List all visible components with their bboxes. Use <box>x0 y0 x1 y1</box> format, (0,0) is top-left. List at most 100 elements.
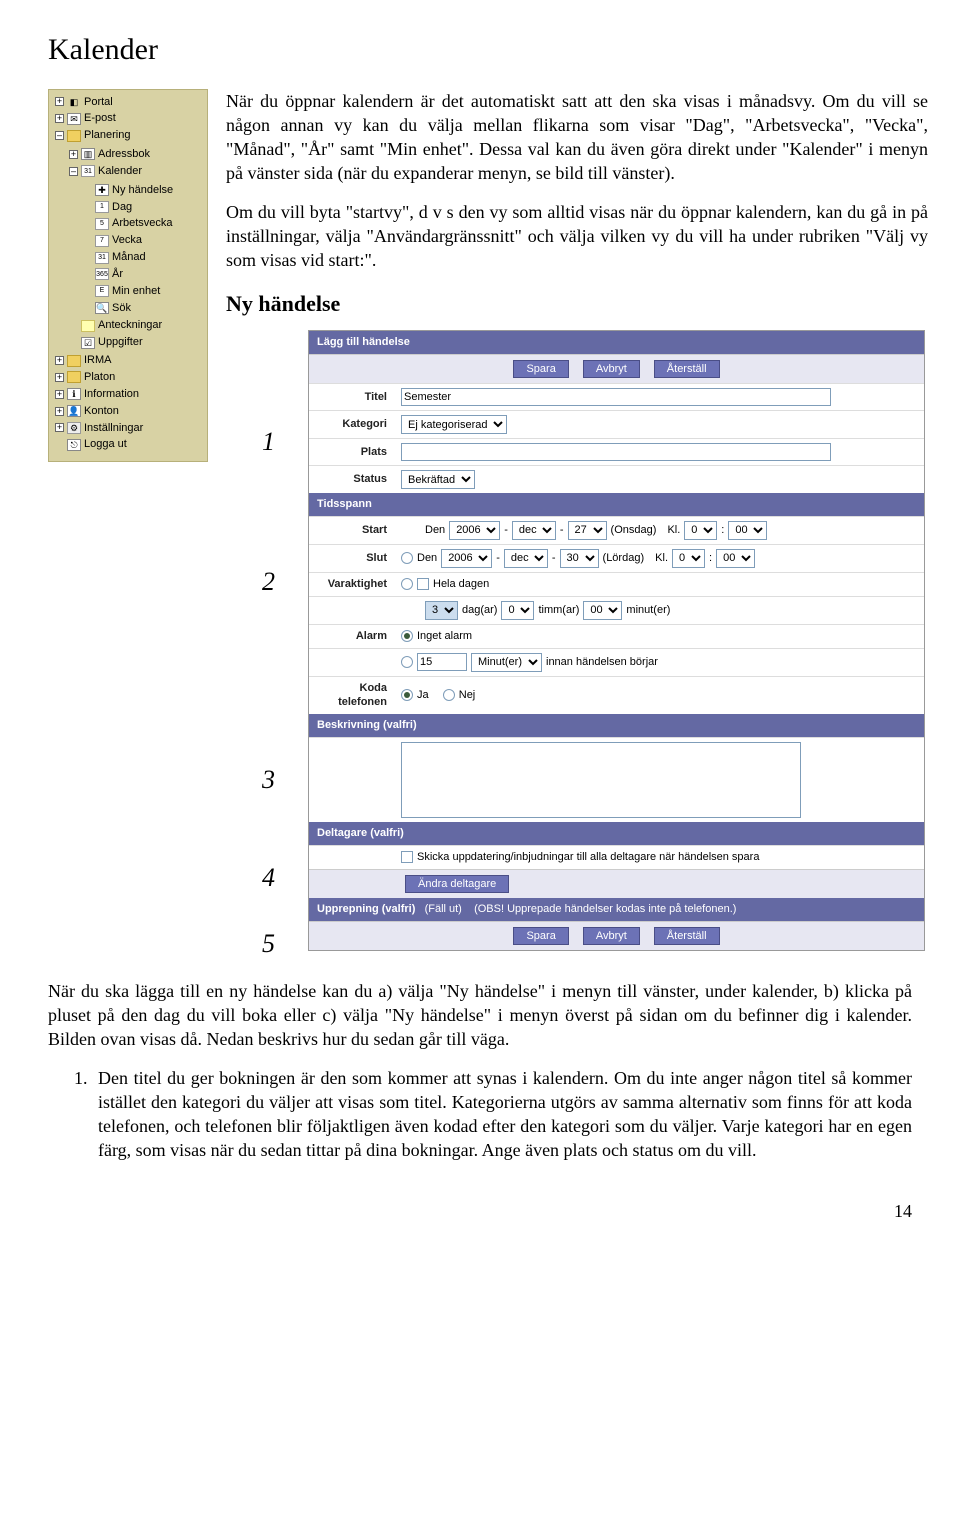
plus-icon[interactable]: + <box>69 150 78 159</box>
marker-2: 2 <box>262 564 275 599</box>
textarea-beskrivning[interactable] <box>401 742 801 818</box>
calendar-icon: 31 <box>81 165 95 177</box>
tree-uppgifter[interactable]: ☑Uppgifter <box>67 334 205 351</box>
input-titel[interactable] <box>401 388 831 406</box>
marker-1: 1 <box>262 424 275 459</box>
tree-nyhandelse[interactable]: ✚Ny händelse <box>81 182 205 199</box>
plus-icon[interactable]: + <box>55 114 64 123</box>
page-number: 14 <box>48 1199 912 1223</box>
label-start: Start <box>315 523 397 538</box>
reset-button-bottom[interactable]: Återställ <box>654 927 720 945</box>
select-duration-min[interactable]: 00 <box>583 601 622 620</box>
text-kl: Kl. <box>667 523 680 538</box>
radio-heladagen[interactable] <box>401 578 413 590</box>
week-icon: 7 <box>95 235 109 247</box>
radio-koda-nej[interactable] <box>443 689 455 701</box>
input-alarm-value[interactable] <box>417 653 467 671</box>
label-slut: Slut <box>315 551 397 566</box>
text-nej: Nej <box>459 688 476 703</box>
select-end-month[interactable]: dec <box>504 549 548 568</box>
select-end-min[interactable]: 00 <box>716 549 755 568</box>
plus-icon[interactable]: + <box>55 390 64 399</box>
label-kategori: Kategori <box>315 417 397 432</box>
text-kl: Kl. <box>655 551 668 566</box>
text-dag: dag(ar) <box>462 603 497 618</box>
section-upprepning: Upprepning (valfri) (Fäll ut) (OBS! Uppr… <box>309 898 924 921</box>
select-start-month[interactable]: dec <box>512 521 556 540</box>
tree-planering[interactable]: –Planering +▥Adressbok –31Kalender ✚Ny h… <box>53 127 205 352</box>
minus-icon[interactable]: – <box>55 131 64 140</box>
gear-icon: ⚙ <box>67 422 81 434</box>
text-alarm-before: innan händelsen börjar <box>546 655 658 670</box>
minus-icon[interactable]: – <box>69 167 78 176</box>
checkbox-skicka[interactable] <box>401 851 413 863</box>
tree-adressbok[interactable]: +▥Adressbok <box>67 146 205 163</box>
month-icon: 31 <box>95 252 109 264</box>
tree-platon[interactable]: +Platon <box>53 369 205 386</box>
tree-manad[interactable]: 31Månad <box>81 249 205 266</box>
select-kategori[interactable]: Ej kategoriserad <box>401 415 507 434</box>
tree-epost[interactable]: +✉E-post <box>53 110 205 127</box>
radio-slut-date[interactable] <box>401 552 413 564</box>
save-button[interactable]: Spara <box>513 360 568 378</box>
save-button-bottom[interactable]: Spara <box>513 927 568 945</box>
tree-minenhet[interactable]: EMin enhet <box>81 283 205 300</box>
tree-vecka[interactable]: 7Vecka <box>81 232 205 249</box>
select-end-year[interactable]: 2006 <box>441 549 492 568</box>
user-icon: 👤 <box>67 405 81 417</box>
workweek-icon: 5 <box>95 218 109 230</box>
tree-loggaut[interactable]: ⎋Logga ut <box>53 436 205 453</box>
select-start-day[interactable]: 27 <box>568 521 607 540</box>
marker-3: 3 <box>262 762 275 797</box>
plus-icon[interactable]: + <box>55 407 64 416</box>
tree-installningar[interactable]: +⚙Inställningar <box>53 420 205 437</box>
book-icon: ▥ <box>81 148 95 160</box>
select-duration-days[interactable]: 3 <box>425 601 458 620</box>
plus-icon[interactable]: + <box>55 356 64 365</box>
select-status[interactable]: Bekräftad <box>401 470 475 489</box>
instructions-p: När du ska lägga till en ny händelse kan… <box>48 979 912 1052</box>
tree-portal[interactable]: +◧Portal <box>53 94 205 111</box>
select-start-hour[interactable]: 0 <box>684 521 717 540</box>
new-icon: ✚ <box>95 184 109 196</box>
cancel-button-bottom[interactable]: Avbryt <box>583 927 640 945</box>
plus-icon[interactable]: + <box>55 423 64 432</box>
select-end-hour[interactable]: 0 <box>672 549 705 568</box>
logout-icon: ⎋ <box>67 439 81 451</box>
radio-alarm-set[interactable] <box>401 656 413 668</box>
checkbox-heladagen[interactable] <box>417 578 429 590</box>
select-alarm-unit[interactable]: Minut(er) <box>471 653 542 672</box>
text-skicka: Skicka uppdatering/inbjudningar till all… <box>417 850 759 865</box>
select-start-year[interactable]: 2006 <box>449 521 500 540</box>
text-den: Den <box>425 523 445 538</box>
radio-alarm-none[interactable] <box>401 630 413 642</box>
tree-sok[interactable]: 🔍Sök <box>81 300 205 317</box>
tree-kalender[interactable]: –31Kalender ✚Ny händelse 1Dag 5Arbetsvec… <box>67 163 205 318</box>
folder-icon <box>67 355 81 367</box>
tree-irma[interactable]: +IRMA <box>53 352 205 369</box>
tree-dag[interactable]: 1Dag <box>81 199 205 216</box>
radio-koda-ja[interactable] <box>401 689 413 701</box>
expand-link[interactable]: (Fäll ut) <box>425 903 462 915</box>
search-icon: 🔍 <box>95 302 109 314</box>
select-duration-hours[interactable]: 0 <box>501 601 534 620</box>
tree-information[interactable]: +ℹInformation <box>53 386 205 403</box>
label-titel: Titel <box>315 390 397 405</box>
select-end-day[interactable]: 30 <box>560 549 599 568</box>
input-plats[interactable] <box>401 443 831 461</box>
edit-participants-button[interactable]: Ändra deltagare <box>405 875 509 893</box>
tree-konton[interactable]: +👤Konton <box>53 403 205 420</box>
plus-icon[interactable]: + <box>55 373 64 382</box>
section-beskrivning: Beskrivning (valfri) <box>309 714 924 737</box>
cancel-button[interactable]: Avbryt <box>583 360 640 378</box>
tree-ar[interactable]: 365År <box>81 266 205 283</box>
tree-anteckningar[interactable]: Anteckningar <box>67 317 205 334</box>
reset-button[interactable]: Återställ <box>654 360 720 378</box>
label-status: Status <box>315 472 397 487</box>
plus-icon[interactable]: + <box>55 97 64 106</box>
label-alarm: Alarm <box>315 629 397 644</box>
day-icon: 1 <box>95 201 109 213</box>
tree-arbetsvecka[interactable]: 5Arbetsvecka <box>81 215 205 232</box>
select-start-min[interactable]: 00 <box>728 521 767 540</box>
text-ja: Ja <box>417 688 429 703</box>
